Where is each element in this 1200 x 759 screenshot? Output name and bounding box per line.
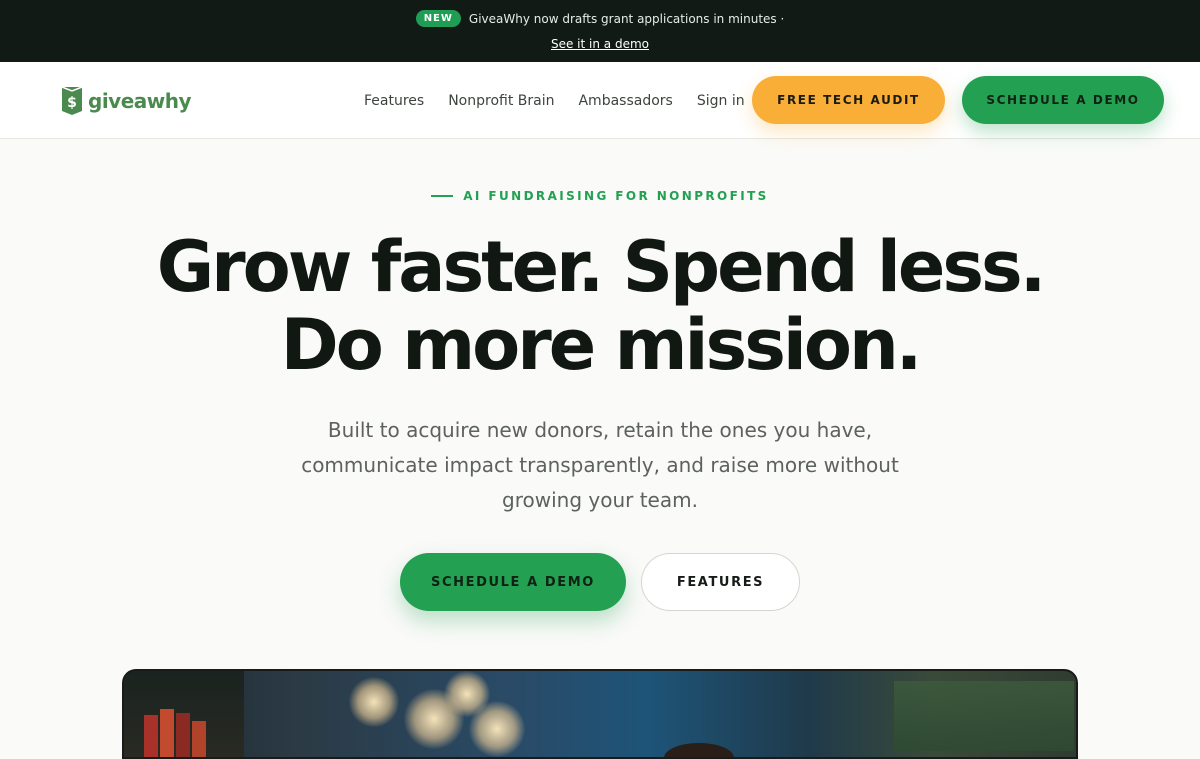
eyebrow-line	[431, 195, 454, 197]
svg-text:$: $	[67, 95, 77, 111]
nav-link-ambassadors[interactable]: Ambassadors	[578, 93, 672, 109]
window-shape	[894, 681, 1074, 751]
book-shape	[192, 721, 206, 757]
eyebrow-text: AI FUNDRAISING FOR NONPROFITS	[463, 189, 769, 203]
announcement-bar: NEW GiveaWhy now drafts grant applicatio…	[0, 0, 1200, 62]
demo-link[interactable]: See it in a demo	[551, 37, 649, 51]
hero-subhead: Built to acquire new donors, retain the …	[301, 418, 899, 512]
light-bokeh	[349, 677, 399, 727]
logo-text: giveawhy	[88, 89, 192, 113]
features-button[interactable]: FEATURES	[641, 553, 800, 611]
nav-link-sign-in[interactable]: Sign in	[697, 93, 745, 109]
hero-headline: Grow faster. Spend less. Do more mission…	[0, 228, 1200, 384]
headline-line-1: Grow faster. Spend less.	[156, 226, 1047, 308]
book-shape	[160, 709, 174, 757]
schedule-demo-hero-button[interactable]: SCHEDULE A DEMO	[400, 553, 626, 611]
nav-link-features[interactable]: Features	[364, 93, 424, 109]
announcement-text: GiveaWhy now drafts grant applications i…	[468, 11, 785, 26]
headline-line-2: Do more mission.	[280, 304, 923, 386]
hero-eyebrow: AI FUNDRAISING FOR NONPROFITS	[0, 189, 1200, 203]
main-nav: $ giveawhy Features Nonprofit Brain Amba…	[0, 62, 1200, 139]
new-badge: NEW	[415, 10, 461, 27]
free-tech-audit-button[interactable]: FREE TECH AUDIT	[752, 76, 945, 124]
book-shape	[144, 715, 158, 757]
bookshelf-shape	[124, 671, 244, 757]
book-shape	[176, 713, 190, 757]
hero-image	[122, 669, 1078, 759]
nav-links: Features Nonprofit Brain Ambassadors Sig…	[364, 62, 745, 139]
nav-link-nonprofit-brain[interactable]: Nonprofit Brain	[448, 93, 554, 109]
schedule-demo-nav-button[interactable]: SCHEDULE A DEMO	[962, 76, 1164, 124]
logo[interactable]: $ giveawhy	[60, 85, 192, 117]
person-head-shape	[664, 743, 734, 757]
light-bokeh	[469, 701, 525, 757]
logo-icon: $	[61, 86, 83, 115]
